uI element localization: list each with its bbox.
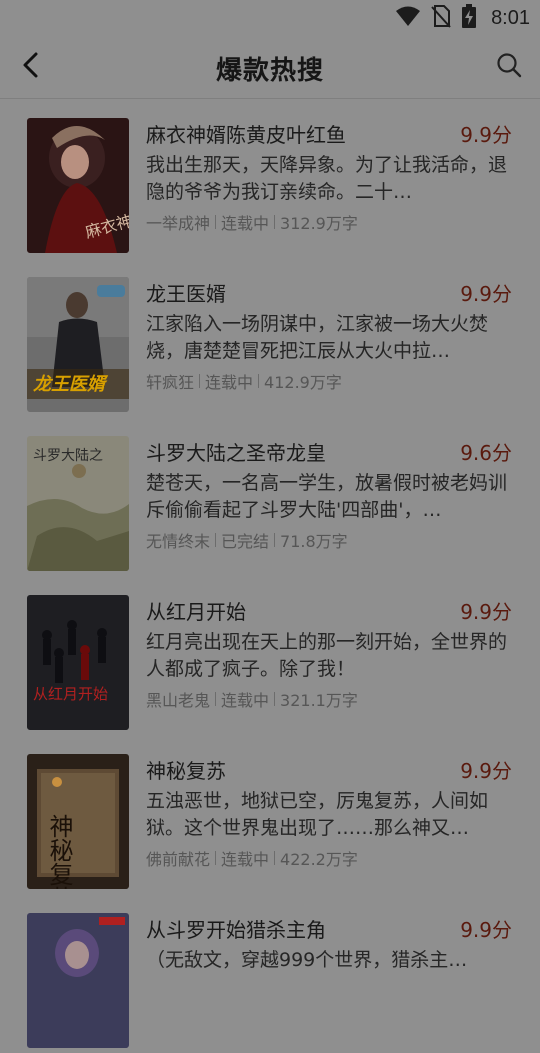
meta-divider [215,851,217,865]
meta-divider [215,533,217,547]
book-item[interactable]: 龙王医婿 龙王医婿 9.9分 江家陷入一场阴谋中，江家被一场大火焚烧，唐楚楚冒死… [0,258,540,417]
svg-text:神秘复苏: 神秘复苏 [45,814,73,889]
book-author: 黑山老鬼 [146,691,211,710]
book-item[interactable]: 神秘复苏 神秘复苏 9.9分 五浊恶世，地狱已空，厉鬼复苏，人间如狱。这个世界鬼… [0,735,540,894]
book-description: （无敌文，穿越999个世界，猎杀主… [146,949,468,971]
meta-divider [274,692,276,706]
search-icon [496,52,522,82]
book-item[interactable]: 从红月开始 从红月开始 9.9分 红月亮出现在天上的那一刻开始，全世界的人都成了… [0,576,540,735]
book-status: 连载中 [221,214,270,233]
book-cover [27,913,129,1048]
book-description: 我出生那天，天降异象。为了让我活命，退隐的爷爷为我订亲续命。二十… [146,154,508,203]
meta-divider [199,374,201,388]
svg-text:斗罗大陆之: 斗罗大陆之 [33,448,103,464]
book-score: 9.9分 [460,600,512,624]
book-meta: 一举成神 连载中 312.9万字 [146,210,358,234]
book-title: 麻衣神婿陈黄皮叶红鱼 [146,123,346,147]
book-cover: 斗罗大陆之 [27,436,129,571]
book-score: 9.9分 [460,918,512,942]
book-description: 江家陷入一场阴谋中，江家被一场大火焚烧，唐楚楚冒死把江辰从大火中拉… [146,313,489,362]
book-meta: 佛前献花 连载中 422.2万字 [146,846,358,870]
book-word-count: 321.1万字 [280,691,358,710]
meta-divider [274,533,276,547]
svg-text:从红月开始: 从红月开始 [33,685,108,703]
book-word-count: 71.8万字 [280,532,348,551]
book-word-count: 412.9万字 [264,373,342,392]
book-score: 9.9分 [460,759,512,783]
book-status: 连载中 [221,691,270,710]
book-author: 轩疯狂 [146,373,195,392]
book-score: 9.9分 [460,282,512,306]
book-description: 楚苍天，一名高一学生，放暑假时被老妈训斥偷偷看起了斗罗大陆'四部曲'，… [146,472,508,521]
meta-divider [274,851,276,865]
book-title: 斗罗大陆之圣帝龙皇 [146,441,326,465]
book-cover: 从红月开始 [27,595,129,730]
book-title: 神秘复苏 [146,759,226,783]
meta-divider [258,374,260,388]
book-status: 连载中 [221,850,270,869]
book-title: 龙王医婿 [146,282,226,306]
search-button[interactable] [492,50,526,84]
book-score: 9.6分 [460,441,512,465]
battery-charging-icon [461,4,477,32]
book-item[interactable]: 斗罗大陆之 斗罗大陆之圣帝龙皇 9.6分 楚苍天，一名高一学生，放暑假时被老妈训… [0,417,540,576]
svg-text:龙王医婿: 龙王医婿 [33,374,109,395]
book-status: 已完结 [221,532,270,551]
meta-divider [215,215,217,229]
book-cover: 麻衣神婿 [27,118,129,253]
status-time: 8:01 [491,6,530,29]
book-cover: 龙王医婿 [27,277,129,412]
app-header: 爆款热搜 [0,36,540,99]
book-status: 连载中 [205,373,254,392]
meta-divider [215,692,217,706]
book-item[interactable]: 麻衣神婿 麻衣神婿陈黄皮叶红鱼 9.9分 我出生那天，天降异象。为了让我活命，退… [0,99,540,258]
meta-divider [274,215,276,229]
book-description: 红月亮出现在天上的那一刻开始，全世界的人都成了疯子。除了我！ [146,631,508,680]
book-list: 麻衣神婿 麻衣神婿陈黄皮叶红鱼 9.9分 我出生那天，天降异象。为了让我活命，退… [0,99,540,1053]
book-word-count: 312.9万字 [280,214,358,233]
book-cover: 神秘复苏 [27,754,129,889]
wifi-icon [395,5,421,31]
book-meta: 黑山老鬼 连载中 321.1万字 [146,687,358,711]
book-author: 佛前献花 [146,850,211,869]
book-title: 从红月开始 [146,600,246,624]
no-sim-icon [431,4,451,32]
book-author: 一举成神 [146,214,211,233]
book-meta: 轩疯狂 连载中 412.9万字 [146,369,342,393]
book-item[interactable]: 从斗罗开始猎杀主角 9.9分 （无敌文，穿越999个世界，猎杀主… [0,894,540,1053]
page-title: 爆款热搜 [215,56,324,86]
book-title: 从斗罗开始猎杀主角 [146,918,326,942]
book-author: 无情终末 [146,532,211,551]
book-score: 9.9分 [460,123,512,147]
book-description: 五浊恶世，地狱已空，厉鬼复苏，人间如狱。这个世界鬼出现了……那么神又… [146,790,489,839]
status-bar: 8:01 [0,0,540,36]
book-meta: 无情终末 已完结 71.8万字 [146,528,348,552]
book-word-count: 422.2万字 [280,850,358,869]
